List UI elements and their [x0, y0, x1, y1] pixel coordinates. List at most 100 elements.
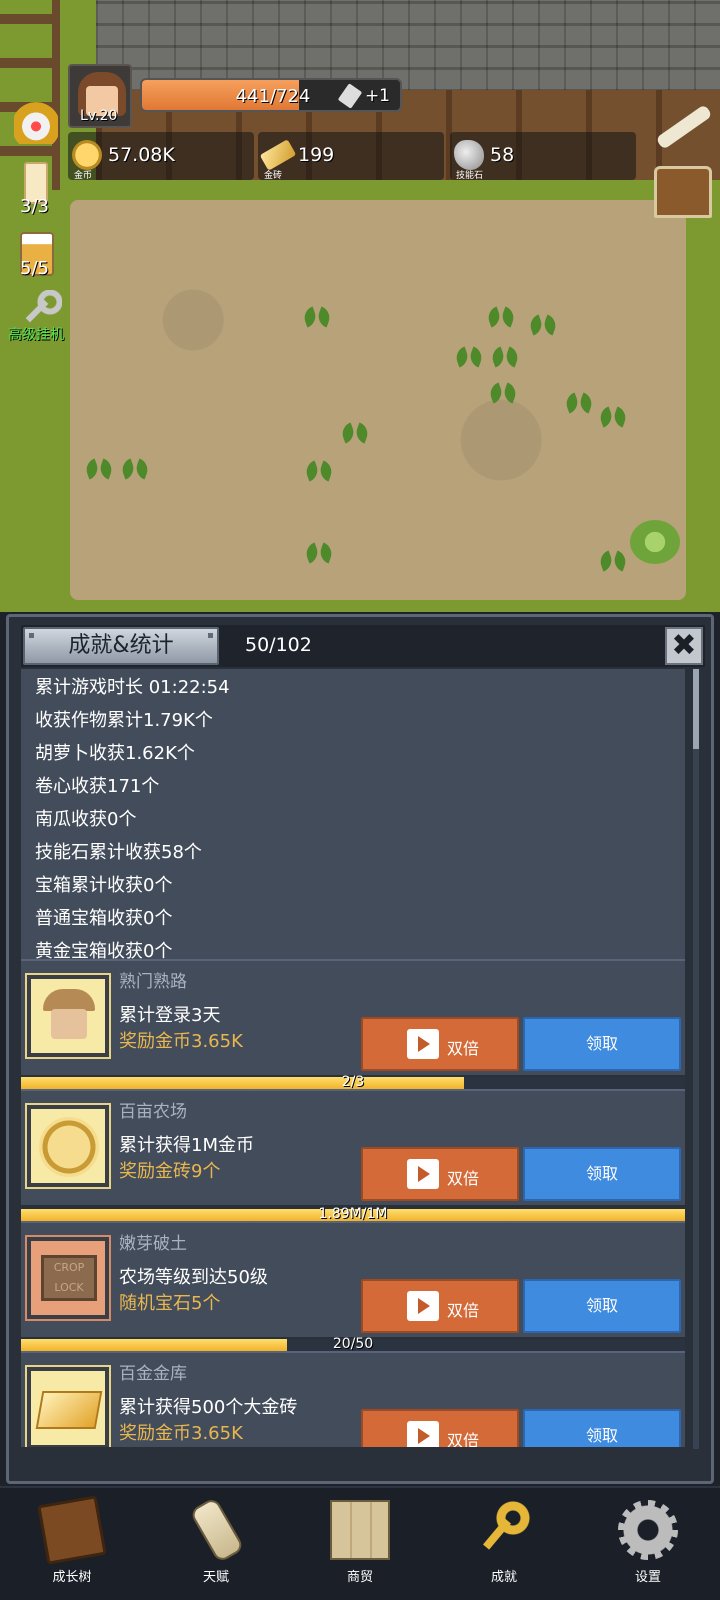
bottom-nav: 成长树 天赋 商贸 成就 设置 [0, 1486, 720, 1600]
treasure-chest-icon[interactable] [654, 166, 712, 218]
candle-count: 3/3 [20, 196, 49, 217]
nav-settings[interactable]: 设置 [576, 1488, 720, 1600]
achievement-panel: 成就&统计 50/102 ✖ 累计游戏时长 01:22:54 收获作物累计1.7… [6, 614, 714, 1484]
achievement-name: 百亩农场 [119, 1102, 187, 1122]
achievement-desc: 累计获得500个大金砖 [119, 1397, 298, 1418]
double-reward-button[interactable]: 双倍 [361, 1017, 519, 1071]
stat-item: 普通宝箱收获0个 [35, 908, 173, 929]
stat-item: 收获作物累计1.79K个 [35, 710, 213, 731]
stat-item: 技能石累计收获58个 [35, 842, 202, 863]
close-button[interactable]: ✖ [665, 627, 703, 665]
stat-item: 胡萝卜收获1.62K个 [35, 743, 195, 764]
achievement-item: 百金金库 累计获得500个大金砖 奖励金币3.65K 双倍 领取 [21, 1351, 685, 1447]
achievement-name: 嫩芽破土 [119, 1234, 187, 1254]
sprout[interactable] [490, 380, 516, 402]
nav-label: 天赋 [202, 1570, 229, 1585]
idle-label[interactable]: 高级挂机 [8, 324, 64, 344]
sprout[interactable] [488, 304, 514, 326]
crop-field[interactable] [70, 200, 686, 600]
progress-text: 2/3 [341, 1074, 365, 1090]
sprout[interactable] [492, 344, 518, 366]
achievement-reward: 奖励金币3.65K [119, 1031, 243, 1052]
sprout[interactable] [342, 420, 368, 442]
stamina-bar: 441/724 +1 [140, 78, 402, 112]
achievement-reward: 奖励金币3.65K [119, 1423, 243, 1444]
stat-item: 南瓜收获0个 [35, 809, 137, 830]
stamina-text: 441/724 [235, 86, 311, 107]
scrollbar-thumb[interactable] [693, 669, 699, 749]
achievement-desc: 农场等级到达50级 [119, 1267, 268, 1288]
double-reward-button[interactable]: 双倍 [361, 1279, 519, 1333]
achievement-item: 百亩农场 累计获得1M金币 奖励金砖9个 双倍 领取 [21, 1089, 685, 1205]
map-icon [330, 1500, 390, 1560]
achievement-reward: 奖励金砖9个 [119, 1161, 221, 1182]
panel-title: 成就&统计 [23, 627, 219, 665]
gold-brick-value: 199 [298, 144, 335, 166]
double-reward-button[interactable]: 双倍 [361, 1409, 519, 1447]
panel-scrollbar[interactable] [693, 669, 699, 1449]
coin-icon [72, 140, 102, 170]
sprout[interactable] [530, 312, 556, 334]
skill-stone-icon [454, 140, 484, 170]
claim-button[interactable]: 领取 [523, 1017, 681, 1071]
gold-brick-counter: 199 金砖 [258, 132, 444, 181]
skill-stone-caption: 技能石 [456, 171, 484, 181]
gold-brick-caption: 金砖 [264, 171, 283, 181]
sprout[interactable] [600, 548, 626, 570]
claim-button[interactable]: 领取 [523, 1409, 681, 1447]
nav-growth-tree[interactable]: 成长树 [0, 1488, 144, 1600]
gear-icon [618, 1500, 678, 1560]
stat-item: 宝箱累计收获0个 [35, 875, 173, 896]
achievement-item: CROP LOCK 嫩芽破土 农场等级到达50级 随机宝石5个 双倍 领取 [21, 1221, 685, 1337]
key-icon [474, 1500, 534, 1560]
achievement-progress-bar: 20/50 [21, 1336, 685, 1352]
claim-button[interactable]: 领取 [523, 1147, 681, 1201]
beer-count: 5/5 [20, 258, 49, 279]
video-play-icon [407, 1029, 439, 1059]
panel-header: 成就&统计 50/102 ✖ [21, 625, 705, 667]
sprout[interactable] [456, 344, 482, 366]
stamina-bonus: +1 [364, 86, 390, 106]
gold-coin-icon [25, 1103, 111, 1189]
crop-lock-sign-icon: CROP LOCK [25, 1235, 111, 1321]
sprout[interactable] [86, 456, 112, 478]
video-play-icon [407, 1291, 439, 1321]
cabbage[interactable] [630, 520, 680, 564]
coin-caption: 金币 [74, 171, 93, 181]
player-level: Lv.20 [80, 108, 118, 124]
crown-icon[interactable] [14, 100, 58, 144]
skill-stone-value: 58 [490, 144, 515, 166]
achievement-progress-bar: 1.89M/1M [21, 1206, 685, 1222]
coin-counter: 57.08K 金币 [68, 132, 254, 181]
sprout[interactable] [306, 540, 332, 562]
sprout[interactable] [122, 456, 148, 478]
gold-brick-icon [259, 139, 297, 171]
book-icon [37, 1495, 107, 1565]
nav-label: 成就 [490, 1570, 517, 1585]
double-reward-button[interactable]: 双倍 [361, 1147, 519, 1201]
sprout[interactable] [566, 390, 592, 412]
video-play-icon [407, 1421, 439, 1447]
nav-achievement[interactable]: 成就 [432, 1488, 576, 1600]
achievement-reward: 随机宝石5个 [119, 1293, 221, 1314]
sprout[interactable] [304, 304, 330, 326]
sprout[interactable] [600, 404, 626, 426]
nav-label: 商贸 [346, 1570, 373, 1585]
scroll-icon [189, 1496, 245, 1564]
nav-label: 设置 [634, 1570, 661, 1585]
achievement-name: 百金金库 [119, 1364, 187, 1384]
claim-button[interactable]: 领取 [523, 1279, 681, 1333]
stat-item: 卷心收获171个 [35, 776, 160, 797]
farm-scene: Lv.20 441/724 +1 57.08K 金币 199 金砖 58 技能石… [0, 0, 720, 612]
coin-value: 57.08K [108, 144, 175, 166]
stats-list: 累计游戏时长 01:22:54 收获作物累计1.79K个 胡萝卜收获1.62K个… [21, 669, 685, 965]
nav-trade[interactable]: 商贸 [288, 1488, 432, 1600]
achievement-name: 熟门熟路 [119, 972, 187, 992]
achievement-desc: 累计获得1M金币 [119, 1135, 254, 1156]
sprout[interactable] [306, 458, 332, 480]
farmer-hat-icon [25, 973, 111, 1059]
video-play-icon [407, 1159, 439, 1189]
achievement-progress: 50/102 [245, 634, 312, 656]
achievement-desc: 累计登录3天 [119, 1005, 221, 1026]
nav-talent[interactable]: 天赋 [144, 1488, 288, 1600]
